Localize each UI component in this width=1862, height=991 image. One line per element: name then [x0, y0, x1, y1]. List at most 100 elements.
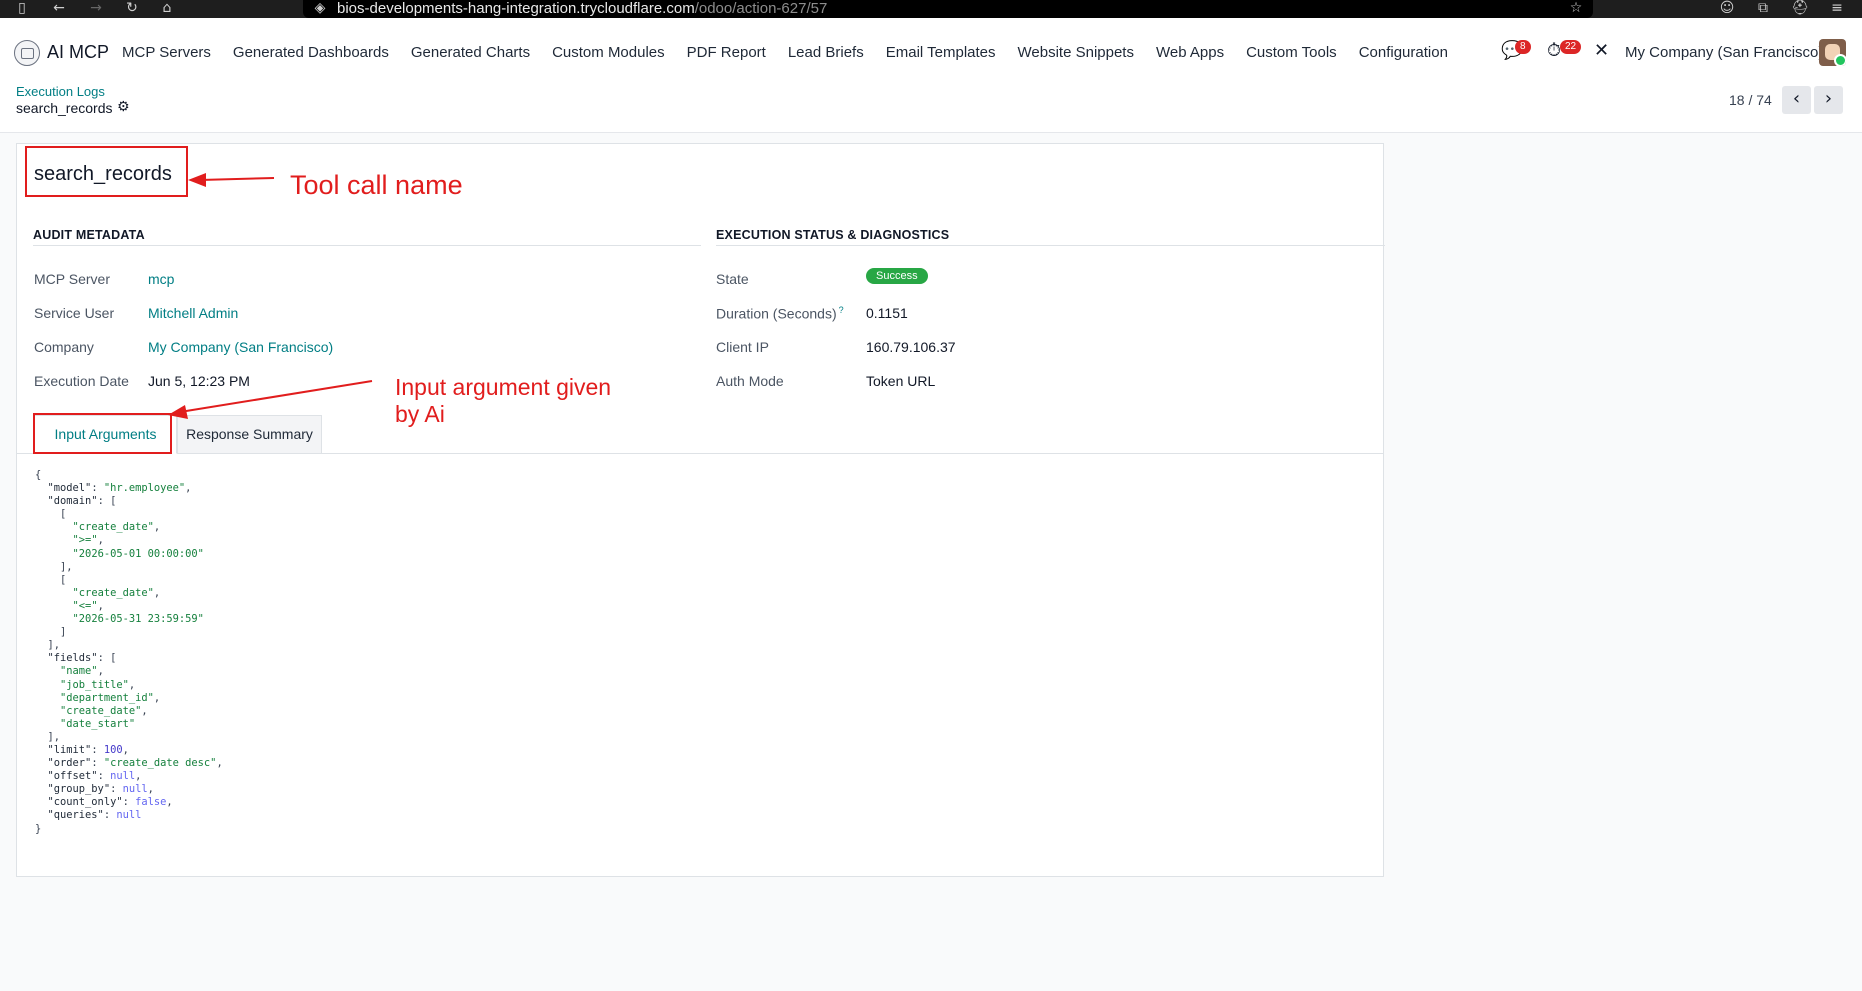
code-token: [ — [35, 573, 67, 586]
breadcrumb-execution-logs[interactable]: Execution Logs — [16, 84, 105, 99]
code-token: 100 — [103, 743, 123, 756]
sidebar-toggle-icon[interactable]: ▯ — [11, 0, 33, 18]
code-token: , — [147, 783, 154, 796]
company-label: Company — [34, 339, 94, 355]
code-token: , — [97, 534, 104, 547]
code-token: "count_only" — [47, 796, 123, 809]
pager-next-button[interactable]: › — [1814, 86, 1843, 114]
menu-item-lead-briefs[interactable]: Lead Briefs — [788, 44, 864, 61]
browser-menu-icon[interactable]: ≡ — [1826, 0, 1848, 18]
app-name[interactable]: AI MCP — [47, 42, 109, 63]
app-logo-icon[interactable] — [14, 40, 40, 66]
state-label: State — [716, 271, 749, 287]
menu-item-custom-tools[interactable]: Custom Tools — [1246, 44, 1337, 61]
menu-item-pdf-report[interactable]: PDF Report — [687, 44, 766, 61]
code-token: : [ — [97, 652, 117, 665]
code-token: "date_start" — [60, 717, 136, 730]
code-line: } — [35, 823, 223, 836]
code-token: { — [35, 469, 42, 481]
client-ip-label: Client IP — [716, 339, 769, 355]
code-token: "queries" — [47, 809, 104, 822]
code-token: [ — [35, 508, 67, 521]
code-token: "limit" — [47, 743, 92, 756]
back-icon[interactable]: ← — [48, 0, 70, 18]
code-token: "<=" — [72, 599, 98, 612]
audit-metadata-title: AUDIT METADATA — [33, 228, 145, 242]
code-token: : [ — [97, 495, 117, 508]
menu-item-email-templates[interactable]: Email Templates — [886, 44, 996, 61]
code-token: ], — [35, 560, 73, 573]
address-bar[interactable]: ◈ bios-developments-hang-integration.try… — [303, 0, 1593, 18]
extensions-icon[interactable]: ⧉ — [1752, 0, 1774, 18]
pager-value[interactable]: 18 / 74 — [1729, 92, 1772, 108]
browser-toolbar: ▯ ← → ↻ ⌂ ◈ bios-developments-hang-integ… — [0, 0, 1862, 18]
menu-item-configuration[interactable]: Configuration — [1359, 44, 1448, 61]
forward-icon[interactable]: → — [85, 0, 107, 18]
code-token: "2026-05-01 00:00:00" — [72, 547, 204, 560]
code-token: , — [128, 678, 136, 691]
company-switcher[interactable]: My Company (San Francisco) — [1625, 44, 1823, 61]
account-icon[interactable]: ☺ — [1716, 0, 1738, 18]
home-icon[interactable]: ⌂ — [156, 0, 178, 18]
input-argument-annotation-line1: Input argument given — [395, 374, 612, 400]
mcp-server-link[interactable]: mcp — [148, 271, 174, 287]
service-user-link[interactable]: Mitchell Admin — [148, 305, 238, 321]
code-line: "domain": [ — [35, 495, 223, 508]
code-token: null — [122, 783, 148, 796]
code-line: "department_id", — [35, 692, 223, 705]
code-token: , — [216, 757, 223, 770]
code-line: "order": "create_date desc", — [35, 757, 223, 770]
form-sheet: search_records AUDIT METADATA EXECUTION … — [16, 143, 1385, 877]
user-avatar[interactable] — [1819, 39, 1846, 66]
bookmark-star-icon[interactable]: ☆ — [1565, 0, 1587, 18]
duration-label-text: Duration (Seconds) — [716, 305, 837, 322]
tab-response-summary[interactable]: Response Summary — [177, 415, 322, 454]
code-token: ], — [35, 639, 61, 652]
code-token: ], — [35, 730, 61, 743]
menu-item-generated-dashboards[interactable]: Generated Dashboards — [233, 44, 389, 61]
menu-item-mcp-servers[interactable]: MCP Servers — [122, 44, 211, 61]
code-token: "domain" — [47, 495, 98, 508]
site-security-icon[interactable]: ◈ — [309, 0, 331, 18]
mcp-server-label: MCP Server — [34, 271, 110, 287]
code-token: "name" — [60, 665, 98, 678]
menu-item-website-snippets[interactable]: Website Snippets — [1018, 44, 1134, 61]
activities-clock-icon[interactable]: ⏱ — [1547, 40, 1561, 61]
messages-count-badge: 8 — [1515, 40, 1531, 54]
menu-item-custom-modules[interactable]: Custom Modules — [552, 44, 665, 61]
execution-date-value: Jun 5, 12:23 PM — [148, 373, 250, 389]
execution-date-label: Execution Date — [34, 373, 129, 389]
pager-previous-button[interactable]: ‹ — [1782, 86, 1811, 114]
menu-item-generated-charts[interactable]: Generated Charts — [411, 44, 530, 61]
state-badge: Success — [866, 268, 928, 284]
reload-icon[interactable]: ↻ — [121, 0, 143, 18]
code-token: false — [135, 796, 167, 809]
code-line: "job_title", — [35, 679, 223, 692]
service-user-label: Service User — [34, 305, 115, 321]
code-token: ">=" — [72, 534, 98, 547]
code-token: "2026-05-31 23:59:59" — [72, 613, 204, 626]
gear-icon[interactable]: ⚙ — [117, 99, 130, 115]
code-line: "offset": null, — [35, 770, 223, 783]
profile-icon[interactable]: ⛑ — [1789, 0, 1811, 18]
duration-label: Duration (Seconds)? — [716, 305, 844, 322]
code-token: , — [153, 586, 161, 599]
company-link[interactable]: My Company (San Francisco) — [148, 339, 333, 355]
debug-tools-icon[interactable]: ✕ — [1594, 40, 1609, 61]
menu-item-web-apps[interactable]: Web Apps — [1156, 44, 1224, 61]
help-tooltip-icon[interactable]: ? — [839, 305, 844, 315]
input-arguments-json: { "model": "hr.employee", "domain": [ [ … — [35, 469, 223, 836]
code-token: , — [166, 796, 173, 809]
code-line: "fields": [ — [35, 652, 223, 665]
code-token: "create_date" — [72, 521, 154, 534]
